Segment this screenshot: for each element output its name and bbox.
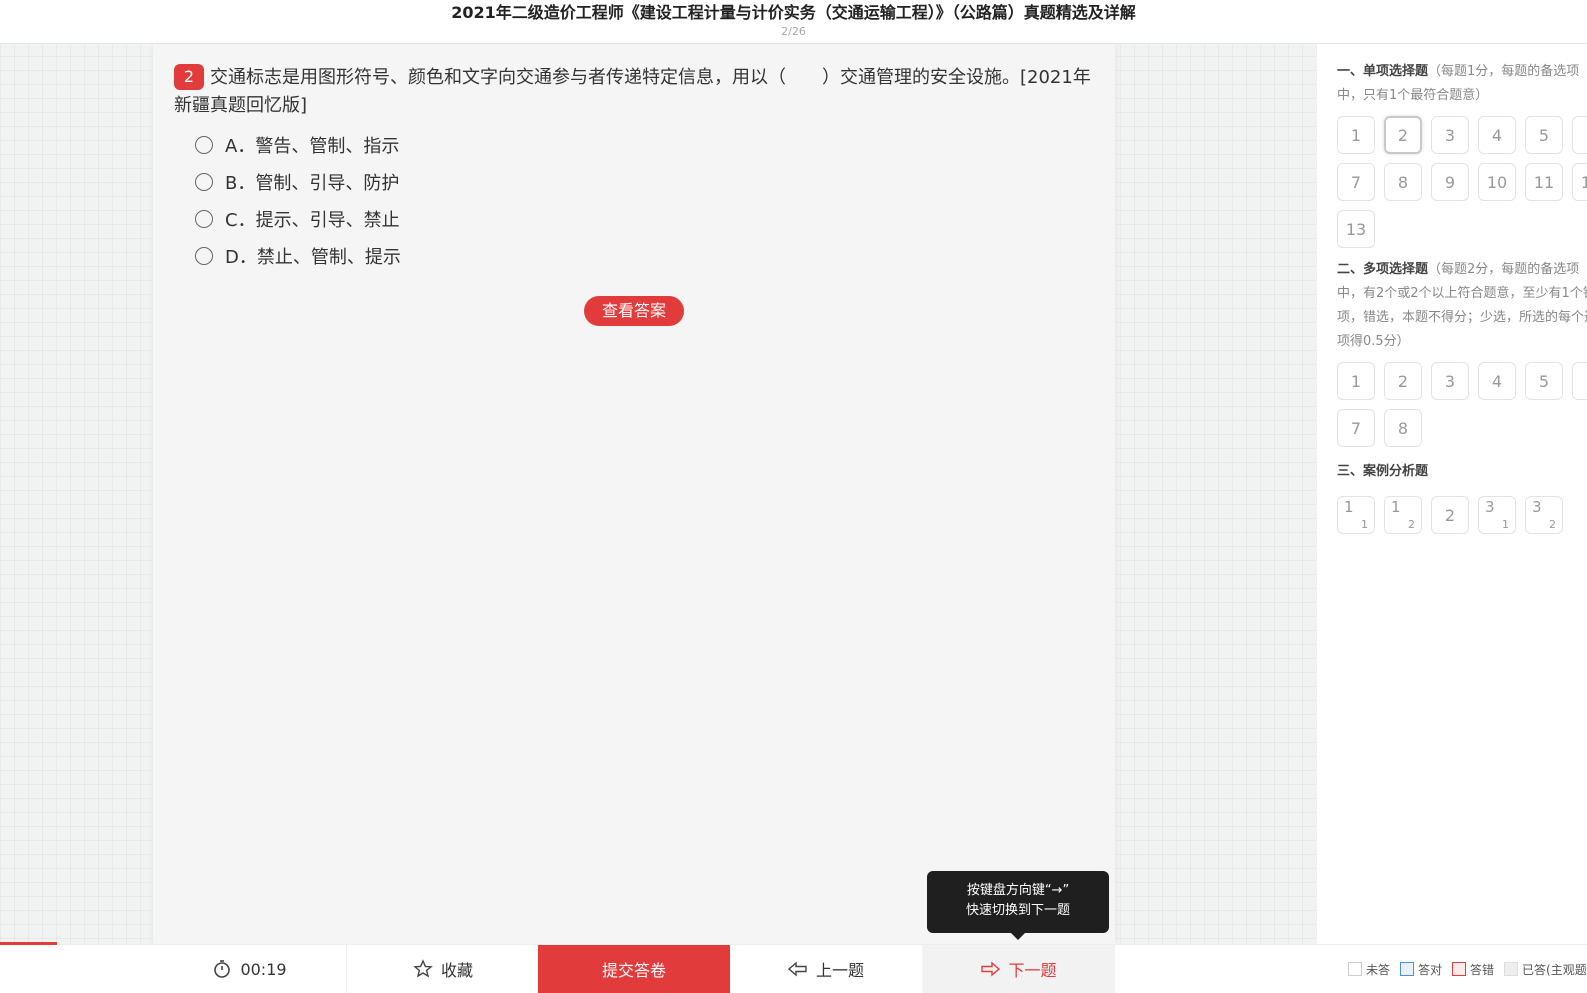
favorite-button[interactable]: 收藏 (346, 945, 539, 993)
prev-question-button[interactable]: 上一题 (730, 945, 922, 993)
submit-button[interactable]: 提交答卷 (538, 945, 730, 993)
option-label: B．管制、引导、防护 (225, 172, 400, 194)
sheet-cell[interactable]: 13 (1337, 210, 1375, 248)
option-c[interactable]: C．提示、引导、禁止 (195, 200, 401, 237)
sheet-cell[interactable]: 1 (1337, 116, 1375, 154)
sheet-cell[interactable]: 2 (1384, 362, 1422, 400)
timer-value: 00:19 (240, 959, 287, 979)
sheet-cell[interactable]: 4 (1478, 362, 1516, 400)
sheet-cell[interactable]: 2 (1431, 496, 1469, 534)
header: 2021年二级造价工程师《建设工程计量与计价实务（交通运输工程）》（公路篇）真题… (0, 0, 1587, 44)
sheet-cell[interactable]: 10 (1478, 163, 1516, 201)
sheet-cell[interactable]: 6 (1572, 362, 1587, 400)
sheet-cell[interactable]: 6 (1572, 116, 1587, 154)
legend-swatch (1348, 962, 1362, 976)
arrow-right-icon (981, 961, 1001, 977)
legend-swatch (1400, 962, 1415, 976)
status-legend: 未答 答对 答错 已答(主观题) (1348, 945, 1587, 993)
next-question-button[interactable]: 下一题 (922, 945, 1115, 993)
question-stem: 2 交通标志是用图形符号、颜色和文字向交通参与者传递特定信息，用以（ ）交通管理的… (174, 64, 1094, 120)
legend-unanswered: 未答 (1348, 961, 1390, 978)
question-text: 交通标志是用图形符号、颜色和文字向交通参与者传递特定信息，用以（ ）交通管理的安… (174, 67, 1091, 116)
grid-case: 11 12 2 31 32 (1337, 496, 1587, 534)
legend-correct: 答对 (1400, 961, 1442, 978)
stopwatch-icon (214, 960, 231, 978)
sheet-cell[interactable]: 9 (1431, 163, 1469, 201)
sheet-cell[interactable]: 31 (1478, 496, 1516, 534)
sheet-cell[interactable]: 5 (1525, 362, 1563, 400)
sheet-cell[interactable]: 7 (1337, 409, 1375, 447)
keyboard-hint-tooltip: 按键盘方向键“→” 快速切换到下一题 (927, 871, 1109, 940)
footer-bar: 00:19 收藏 提交答卷 上一题 下一题 未答 答对 答错 已答(主观题) (0, 942, 1587, 993)
sheet-cell[interactable]: 12 (1572, 163, 1587, 201)
option-label: A．警告、管制、指示 (225, 135, 400, 157)
section-title-single: 一、单项选择题（每题1分，每题的备选项中，只有1个最符合题意） (1337, 64, 1580, 103)
sheet-cell[interactable]: 7 (1337, 163, 1375, 201)
section-title-case: 三、案例分析题 (1337, 464, 1429, 479)
section-title-multiple: 二、多项选择题（每题2分，每题的备选项中，有2个或2个以上符合题意，至少有1个错… (1337, 262, 1587, 349)
question-panel: 2 交通标志是用图形符号、颜色和文字向交通参与者传递特定信息，用以（ ）交通管理的… (153, 44, 1115, 944)
sheet-cell-current[interactable]: 2 (1384, 116, 1422, 154)
radio-circle-icon[interactable] (195, 246, 213, 265)
page-title: 2021年二级造价工程师《建设工程计量与计价实务（交通运输工程）》（公路篇）真题… (451, 3, 1136, 22)
option-list: A．警告、管制、指示 B．管制、引导、防护 C．提示、引导、禁止 D．禁止、管制… (195, 126, 401, 274)
sheet-cell[interactable]: 3 (1431, 116, 1469, 154)
legend-swatch (1504, 962, 1519, 976)
sheet-cell[interactable]: 4 (1478, 116, 1516, 154)
radio-circle-icon[interactable] (195, 172, 213, 191)
answer-sheet: 一、单项选择题（每题1分，每题的备选项中，只有1个最符合题意） 1 2 3 4 … (1316, 44, 1587, 944)
option-label: D．禁止、管制、提示 (225, 246, 401, 268)
sheet-cell[interactable]: 32 (1525, 496, 1563, 534)
star-icon (413, 959, 433, 978)
sheet-cell[interactable]: 8 (1384, 409, 1422, 447)
sheet-cell[interactable]: 5 (1525, 116, 1563, 154)
favorite-label: 收藏 (440, 961, 473, 980)
sheet-cell[interactable]: 3 (1431, 362, 1469, 400)
legend-swatch (1452, 962, 1467, 976)
option-d[interactable]: D．禁止、管制、提示 (195, 237, 401, 274)
legend-answered-subjective: 已答(主观题) (1504, 961, 1587, 978)
sheet-cell[interactable]: 11 (1337, 496, 1375, 534)
progress-indicator (0, 942, 57, 945)
grid-single: 1 2 3 4 5 6 7 8 9 10 11 12 13 (1337, 116, 1587, 248)
prev-label: 上一题 (815, 961, 864, 980)
option-label: C．提示、引导、禁止 (225, 209, 400, 231)
sheet-cell[interactable]: 11 (1525, 163, 1563, 201)
arrow-left-icon (787, 961, 807, 977)
radio-circle-icon[interactable] (195, 135, 213, 154)
timer: 00:19 (153, 945, 346, 993)
grid-multiple: 1 2 3 4 5 6 7 8 (1337, 362, 1587, 447)
legend-wrong: 答错 (1452, 961, 1494, 978)
question-number-badge: 2 (174, 64, 204, 90)
view-answer-button[interactable]: 查看答案 (584, 296, 684, 326)
radio-circle-icon[interactable] (195, 209, 213, 228)
sheet-cell[interactable]: 8 (1384, 163, 1422, 201)
option-a[interactable]: A．警告、管制、指示 (195, 126, 401, 163)
next-label: 下一题 (1008, 961, 1057, 980)
sheet-cell[interactable]: 12 (1384, 496, 1422, 534)
option-b[interactable]: B．管制、引导、防护 (195, 163, 401, 200)
sheet-cell[interactable]: 1 (1337, 362, 1375, 400)
question-progress: 2/26 (781, 25, 806, 38)
